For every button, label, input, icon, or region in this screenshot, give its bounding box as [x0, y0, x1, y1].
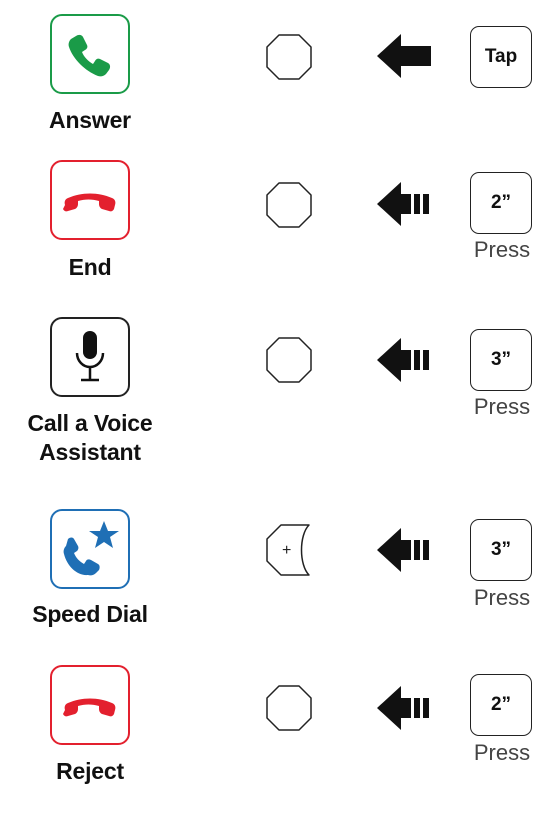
action-duration-box: 3” [470, 519, 532, 581]
control-row-reject: Reject 2” Press [0, 664, 551, 814]
press-label: Press [473, 740, 531, 765]
speed-dial-icon [50, 509, 130, 589]
center-button-icon [265, 33, 313, 81]
action-duration-box: 3” [470, 329, 532, 391]
press-label: Press [473, 237, 531, 262]
microphone-icon [50, 317, 130, 397]
reject-call-icon [50, 665, 130, 745]
answer-phone-icon [50, 14, 130, 94]
end-call-icon [50, 160, 130, 240]
plus-button-icon: + [265, 523, 313, 577]
function-label: Speed Dial [32, 601, 148, 627]
function-label: Answer [49, 107, 131, 133]
function-label: Call a Voice Assistant [27, 410, 153, 465]
function-label: Reject [56, 758, 124, 784]
press-hold-arrow-icon [377, 180, 433, 228]
action-tap-box: Tap [470, 26, 532, 88]
center-button-icon [265, 181, 313, 229]
action-duration-box: 2” [470, 674, 532, 736]
function-label: End [68, 254, 112, 280]
tap-arrow-icon [377, 32, 433, 80]
control-row-end: End 2” Press [0, 160, 551, 310]
press-label: Press [473, 394, 531, 419]
control-row-voice-assistant: Call a Voice Assistant 3” Press [0, 317, 551, 467]
center-button-icon [265, 684, 313, 732]
press-label: Press [473, 585, 531, 610]
action-duration-box: 2” [470, 172, 532, 234]
control-row-speed-dial: Speed Dial + 3” Press [0, 509, 551, 659]
control-row-answer: Answer Tap [0, 12, 551, 162]
plus-symbol: + [282, 542, 291, 559]
press-hold-arrow-icon [377, 684, 433, 732]
press-hold-arrow-icon [377, 526, 433, 574]
press-hold-arrow-icon [377, 336, 433, 384]
center-button-icon [265, 336, 313, 384]
